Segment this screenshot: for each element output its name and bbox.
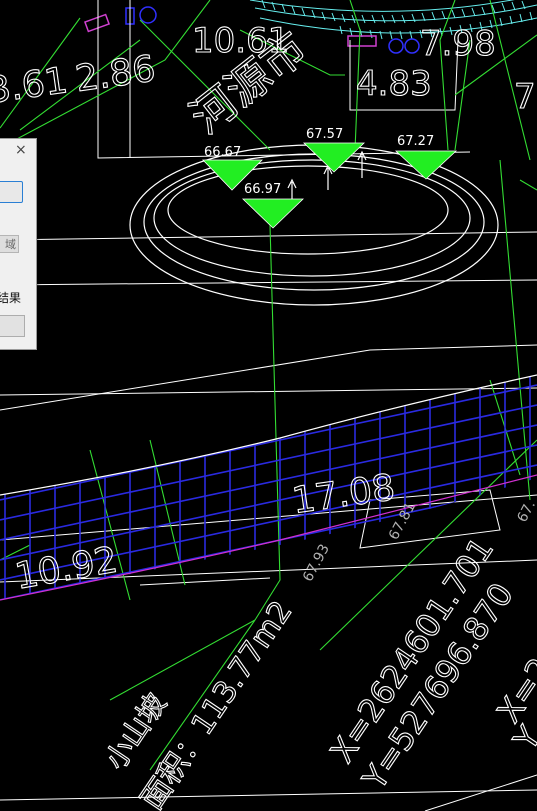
elevation-67-57: 67.57 (306, 127, 343, 142)
select-region-button[interactable]: 域 (0, 235, 19, 253)
result-label: 结果 (0, 291, 21, 305)
elevation-67-93: 67.93 (300, 542, 333, 585)
cad-drawing-canvas[interactable]: 3.61 2.86 10.61 7.98 4.83 7 河源市 66.67 67… (0, 0, 537, 811)
result-field[interactable] (0, 315, 25, 337)
elevation-triangle-4 (242, 198, 304, 229)
coordinate-y-right: Y (506, 719, 537, 758)
floating-dialog-panel: × 域 结果 (0, 138, 37, 350)
label-7-98: 7.98 (420, 24, 496, 64)
label-2-86: 2.86 (73, 48, 158, 100)
label-4-83: 4.83 (356, 64, 432, 104)
label-3-61: 3.61 (0, 60, 70, 112)
elevation-triangle-2 (303, 142, 365, 173)
elevation-67-27: 67.27 (397, 134, 434, 149)
label-10-92: 10.92 (12, 539, 121, 597)
coordinate-x-right: X=2 (489, 651, 537, 730)
elevation-66-67: 66.67 (204, 145, 241, 160)
label-7: 7 (514, 77, 536, 117)
elevation-66-97: 66.97 (244, 182, 281, 197)
elevation-67-right: 67. (514, 498, 537, 525)
close-icon[interactable]: × (15, 143, 27, 157)
dialog-primary-button[interactable] (0, 181, 23, 203)
